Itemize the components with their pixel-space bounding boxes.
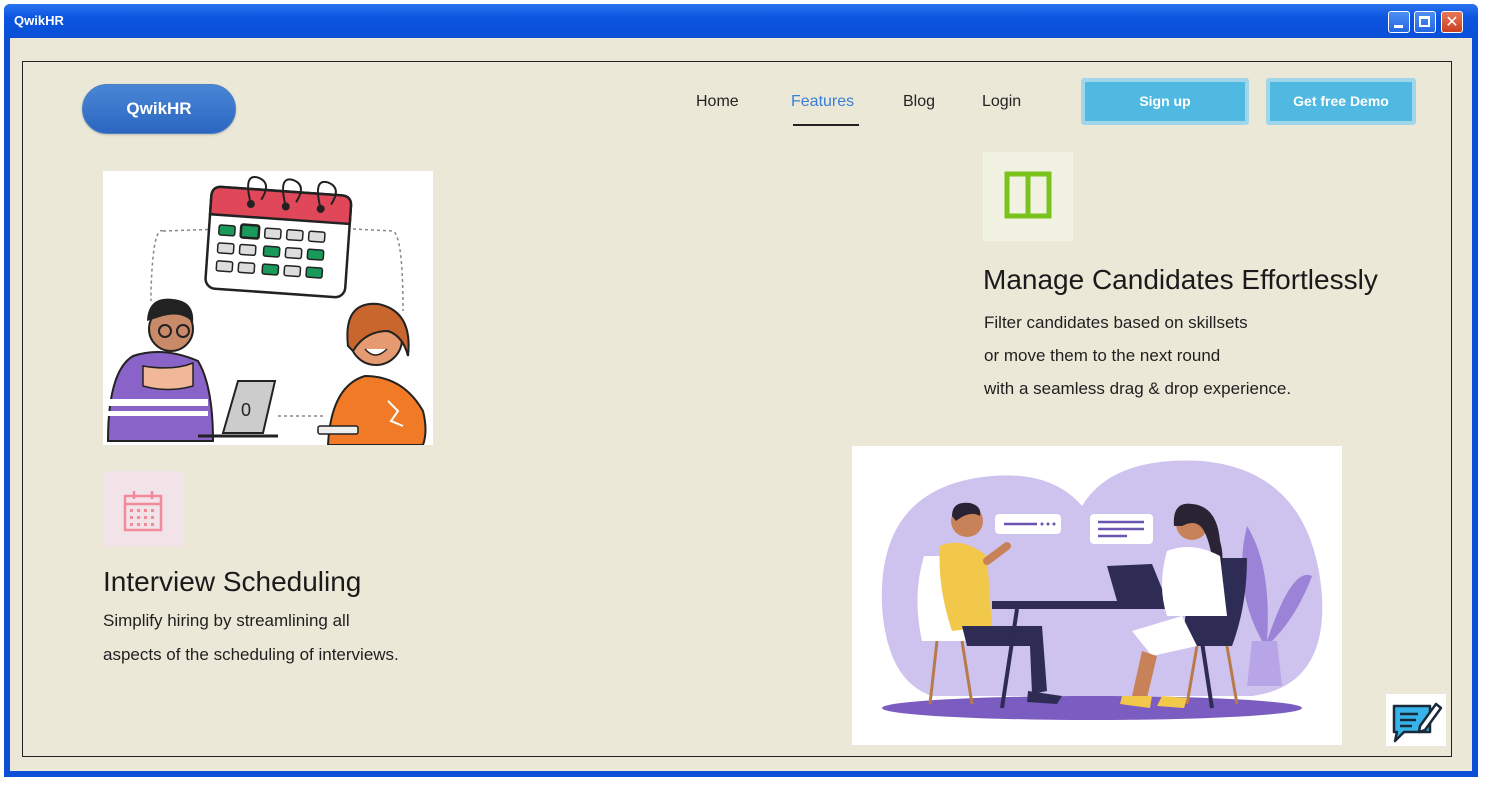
manage-candidates-heading: Manage Candidates Effortlessly <box>983 264 1378 295</box>
maximize-icon <box>1419 16 1430 27</box>
maximize-button[interactable] <box>1414 11 1436 33</box>
interview-scheduling-heading: Interview Scheduling <box>103 566 362 597</box>
calendar-icon <box>123 491 163 532</box>
window-content: QwikHR Home Features Blog Login Sign up … <box>10 38 1472 771</box>
interview-scheduling-text-1: Simplify hiring by streamlining all <box>103 611 350 630</box>
manage-candidates-text-2: or move them to the next round <box>984 346 1221 365</box>
columns-icon <box>1004 171 1052 219</box>
svg-text:0: 0 <box>241 400 251 420</box>
manage-candidates-text-3: with a seamless drag & drop experience. <box>984 379 1292 398</box>
minimize-icon <box>1394 25 1403 28</box>
interview-scheduling-tile <box>103 471 184 547</box>
minimize-button[interactable] <box>1388 11 1410 33</box>
chat-feedback-button[interactable] <box>1386 694 1446 746</box>
interview-illustration <box>852 446 1342 745</box>
close-icon: ✕ <box>1445 12 1459 31</box>
close-button[interactable]: ✕ <box>1441 11 1463 33</box>
interview-scheduling-text-2: aspects of the scheduling of interviews. <box>103 645 399 664</box>
nav-features-link[interactable]: Features <box>791 93 854 111</box>
nav-home-link[interactable]: Home <box>696 93 739 111</box>
nav-blog-link[interactable]: Blog <box>903 93 935 111</box>
active-nav-indicator <box>793 124 859 126</box>
logo-button[interactable]: QwikHR <box>82 84 236 134</box>
title-bar[interactable]: QwikHR ✕ <box>4 4 1478 38</box>
manage-candidates-text-1: Filter candidates based on skillsets <box>984 313 1248 332</box>
nav-login-link[interactable]: Login <box>982 93 1021 111</box>
manage-candidates-tile <box>983 152 1073 241</box>
chat-edit-icon <box>1392 702 1443 743</box>
window-title: QwikHR <box>14 13 64 28</box>
signup-button[interactable]: Sign up <box>1081 78 1249 125</box>
get-free-demo-button[interactable]: Get free Demo <box>1266 78 1416 125</box>
app-window: QwikHR ✕ QwikHR Home Features Blog Login… <box>4 4 1478 777</box>
scheduling-illustration: 0 <box>103 171 433 445</box>
